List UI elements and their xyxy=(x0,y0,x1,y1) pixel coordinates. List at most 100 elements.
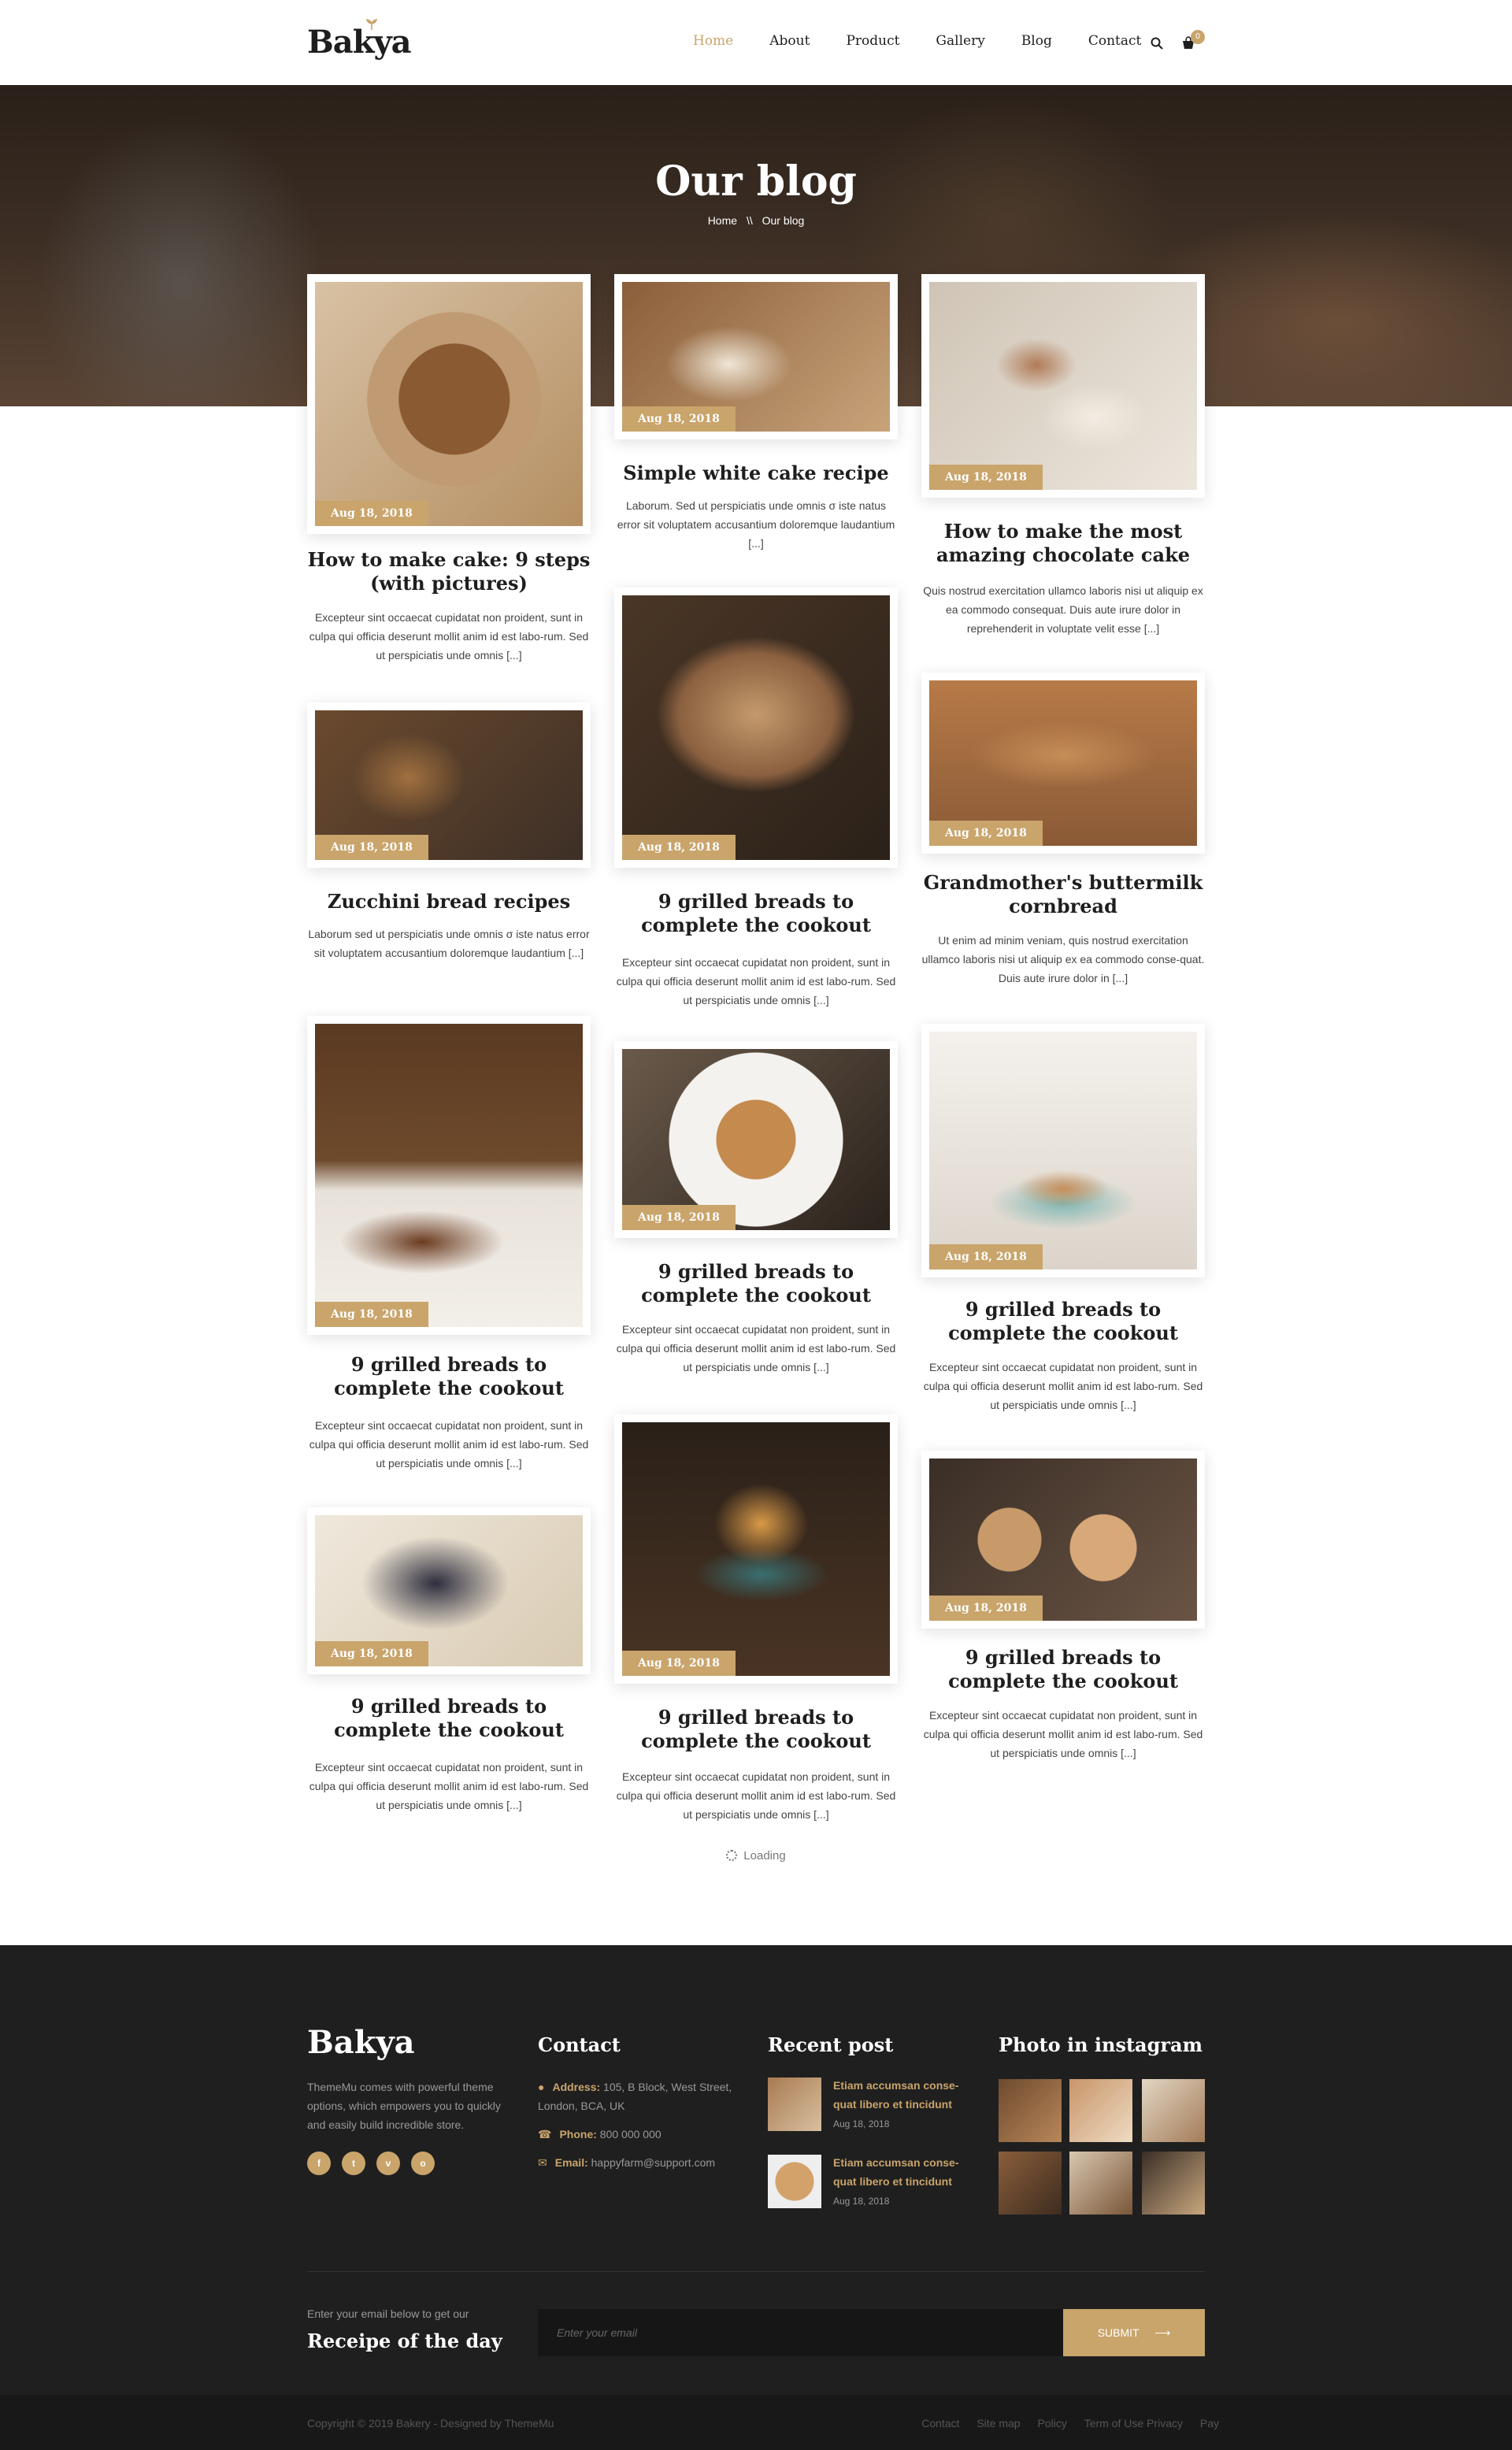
instagram-photo[interactable] xyxy=(1069,2079,1132,2142)
recent-post-thumb[interactable] xyxy=(768,2077,821,2131)
facebook-icon[interactable]: f xyxy=(307,2152,331,2175)
recent-post-date: Aug 18, 2018 xyxy=(833,2196,890,2207)
post-date: Aug 18, 2018 xyxy=(929,821,1043,846)
post-image-dough[interactable] xyxy=(929,282,1197,490)
bottom-link-sitemap[interactable]: Site map xyxy=(976,2417,1020,2430)
post-title[interactable]: 9 grilled breads to complete the cookout xyxy=(614,1260,898,1307)
post-date: Aug 18, 2018 xyxy=(622,1651,736,1676)
post-image-frame[interactable]: Aug 18, 2018 xyxy=(614,274,898,439)
post-title[interactable]: Grandmother's buttermilk cornbread xyxy=(921,871,1205,918)
vimeo-icon[interactable]: v xyxy=(376,2152,400,2175)
recent-post-title[interactable]: Etiam accumsan conse-quat libero et tinc… xyxy=(833,2153,971,2191)
bottom-link-contact[interactable]: Contact xyxy=(921,2417,959,2430)
bottom-link-pay[interactable]: Pay xyxy=(1200,2417,1219,2430)
post-image-frame[interactable]: Aug 18, 2018 xyxy=(307,1507,591,1674)
cart-count-badge: 0 xyxy=(1191,30,1205,44)
post-title[interactable]: Zucchini bread recipes xyxy=(307,890,591,914)
post-image-waffles[interactable] xyxy=(622,1049,890,1230)
newsletter-email-input[interactable] xyxy=(538,2309,1063,2356)
footer-divider xyxy=(307,2271,1205,2272)
post-image-pancakes[interactable] xyxy=(622,1422,890,1676)
nav-contact[interactable]: Contact xyxy=(1088,33,1142,49)
footer-logo[interactable]: Bakya xyxy=(307,2024,415,2061)
post-title[interactable]: 9 grilled breads to complete the cookout xyxy=(614,890,898,937)
map-pin-icon: ● xyxy=(538,2081,545,2093)
nav-home[interactable]: Home xyxy=(693,33,733,49)
breadcrumb-home[interactable]: Home xyxy=(708,214,737,227)
post-excerpt: Ut enim ad minim veniam, quis nostrud ex… xyxy=(921,934,1205,984)
post-image-frame[interactable]: Aug 18, 2018 xyxy=(307,702,591,868)
instagram-photo[interactable] xyxy=(999,2152,1062,2215)
arrow-right-icon: ⟶ xyxy=(1154,2326,1171,2339)
post-excerpt: Excepteur sint occaecat cupidatat non pr… xyxy=(616,1770,896,1821)
post-excerpt: Excepteur sint occaecat cupidatat non pr… xyxy=(923,1361,1203,1411)
post-title[interactable]: How to make cake: 9 steps (with pictures… xyxy=(307,548,591,595)
post-excerpt: Excepteur sint occaecat cupidatat non pr… xyxy=(616,956,896,1006)
post-title[interactable]: How to make the most amazing chocolate c… xyxy=(921,520,1205,567)
post-image-bread[interactable] xyxy=(622,595,890,860)
post-image-frame[interactable]: Aug 18, 2018 xyxy=(921,1024,1205,1277)
recent-post-title[interactable]: Etiam accumsan conse-quat libero et tinc… xyxy=(833,2076,971,2114)
post-title[interactable]: 9 grilled breads to complete the cookout xyxy=(307,1353,591,1400)
post-excerpt: Laborum. Sed ut perspiciatis unde omnis … xyxy=(617,499,895,550)
page-title: Our blog xyxy=(655,158,857,206)
instagram-icon[interactable]: o xyxy=(411,2152,435,2175)
recent-post-thumb[interactable] xyxy=(768,2155,821,2208)
post-image-frame[interactable]: Aug 18, 2018 xyxy=(614,587,898,868)
post-date: Aug 18, 2018 xyxy=(929,465,1043,490)
post-image-pancake[interactable] xyxy=(929,1032,1197,1269)
post-image-frame[interactable]: Aug 18, 2018 xyxy=(307,274,591,534)
twitter-icon[interactable]: t xyxy=(342,2152,365,2175)
bottom-link-terms[interactable]: Term of Use Privacy xyxy=(1084,2417,1183,2430)
nav-product[interactable]: Product xyxy=(846,33,899,49)
post-image-frame[interactable]: Aug 18, 2018 xyxy=(614,1414,898,1684)
email-value[interactable]: happyfarm@support.com xyxy=(591,2156,715,2169)
copyright: Copyright © 2019 Bakery - Designed by Th… xyxy=(307,2417,554,2430)
post-title[interactable]: Simple white cake recipe xyxy=(614,461,898,485)
post-date: Aug 18, 2018 xyxy=(315,1641,428,1666)
post-image-bread[interactable] xyxy=(315,282,583,526)
nav-gallery[interactable]: Gallery xyxy=(936,33,984,49)
search-icon[interactable] xyxy=(1150,36,1164,50)
post-excerpt: Excepteur sint occaecat cupidatat non pr… xyxy=(923,1709,1203,1759)
post-excerpt: Quis nostrud exercitation ullamco labori… xyxy=(923,584,1203,635)
post-date: Aug 18, 2018 xyxy=(929,1596,1043,1621)
instagram-photo[interactable] xyxy=(1069,2152,1132,2215)
newsletter-title: Receipe of the day xyxy=(307,2330,502,2352)
loading-label: Loading xyxy=(743,1849,786,1863)
post-image-waffles[interactable] xyxy=(315,1024,583,1327)
post-excerpt: Excepteur sint occaecat cupidatat non pr… xyxy=(309,1419,589,1470)
bottom-links: Contact Site map Policy Term of Use Priv… xyxy=(907,2417,1219,2430)
post-title[interactable]: 9 grilled breads to complete the cookout xyxy=(921,1646,1205,1693)
logo[interactable]: Bakya xyxy=(307,19,412,61)
post-title[interactable]: 9 grilled breads to complete the cookout xyxy=(307,1695,591,1742)
main-nav: Home About Product Gallery Blog Contact xyxy=(693,33,1177,49)
instagram-photo[interactable] xyxy=(1142,2152,1205,2215)
post-title[interactable]: 9 grilled breads to complete the cookout xyxy=(921,1298,1205,1345)
post-title[interactable]: 9 grilled breads to complete the cookout xyxy=(614,1706,898,1753)
nav-about[interactable]: About xyxy=(769,33,810,49)
post-date: Aug 18, 2018 xyxy=(315,835,428,860)
post-image-frame[interactable]: Aug 18, 2018 xyxy=(921,673,1205,854)
post-date: Aug 18, 2018 xyxy=(622,1205,736,1230)
wheat-icon xyxy=(365,19,378,30)
breadcrumb: Home \\ Our blog xyxy=(0,214,1512,227)
post-image-frame[interactable]: Aug 18, 2018 xyxy=(307,1016,591,1335)
contact-email: ✉ Email: happyfarm@support.com xyxy=(538,2153,715,2172)
newsletter-subtitle: Enter your email below to get our xyxy=(307,2307,469,2320)
bottom-link-policy[interactable]: Policy xyxy=(1037,2417,1066,2430)
post-excerpt: Excepteur sint occaecat cupidatat non pr… xyxy=(309,1761,589,1811)
post-image-frame[interactable]: Aug 18, 2018 xyxy=(614,1041,898,1238)
phone-label: Phone: xyxy=(559,2128,597,2141)
submit-button[interactable]: SUBMIT ⟶ xyxy=(1063,2309,1205,2356)
post-date: Aug 18, 2018 xyxy=(315,501,428,526)
breadcrumb-current: Our blog xyxy=(762,214,805,227)
loading-indicator[interactable]: Loading xyxy=(0,1849,1512,1863)
instagram-photo[interactable] xyxy=(999,2079,1062,2142)
post-image-frame[interactable]: Aug 18, 2018 xyxy=(921,1451,1205,1629)
instagram-photo[interactable] xyxy=(1142,2079,1205,2142)
phone-value[interactable]: 800 000 000 xyxy=(600,2128,662,2141)
post-image-frame[interactable]: Aug 18, 2018 xyxy=(921,274,1205,498)
nav-blog[interactable]: Blog xyxy=(1021,33,1052,49)
post-excerpt: Laborum sed ut perspiciatis unde omnis σ… xyxy=(308,928,590,959)
